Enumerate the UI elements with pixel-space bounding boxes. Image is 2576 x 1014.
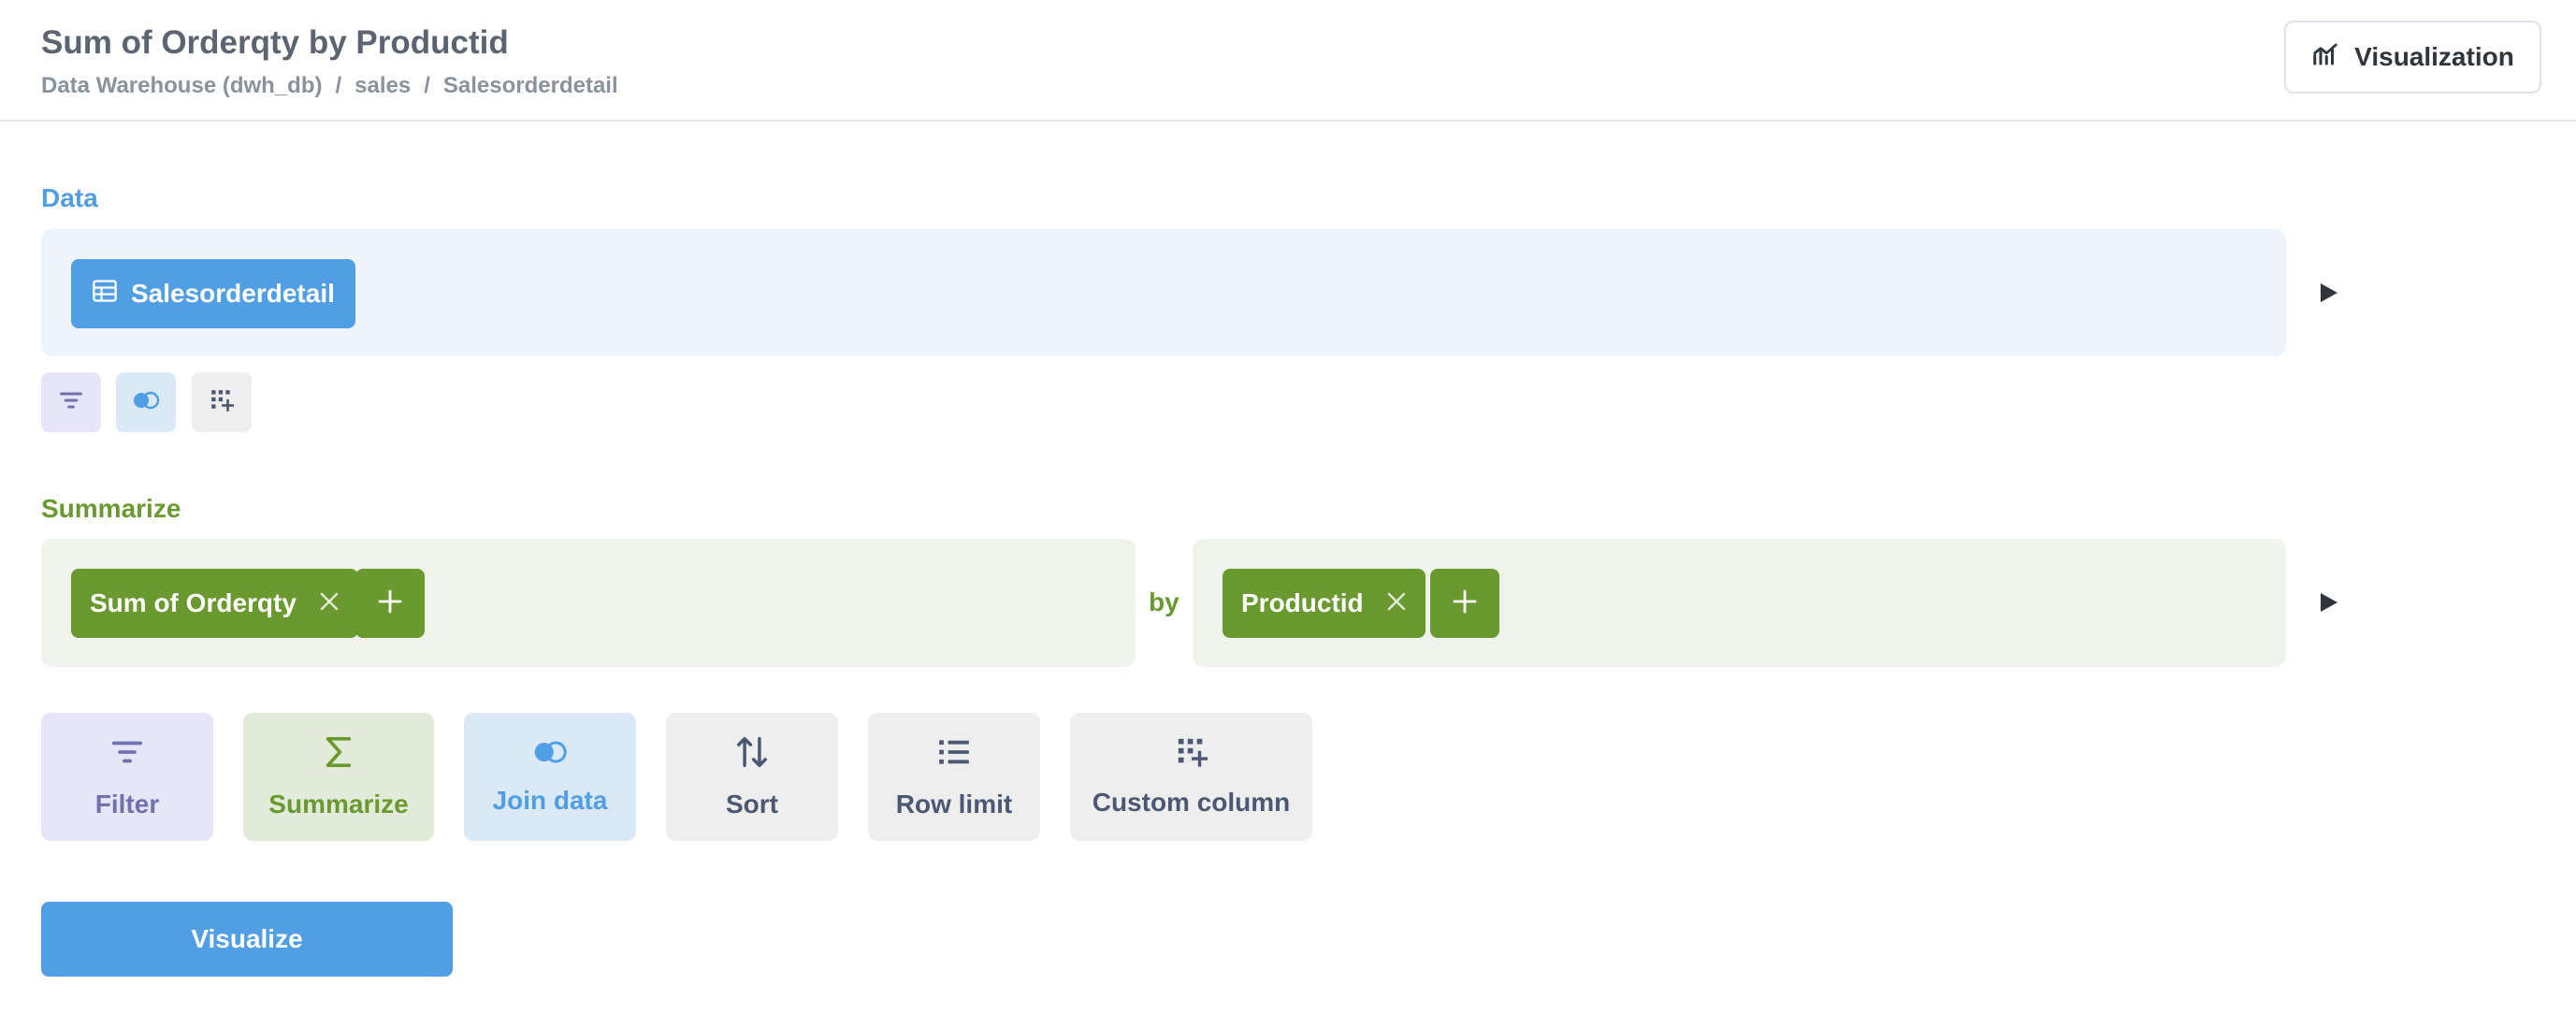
sigma-icon [323,734,355,776]
list-icon [936,734,972,776]
sort-action-label: Sort [726,789,778,818]
join-data-action-button[interactable]: Join data [464,713,636,841]
breadcrumb-database[interactable]: Data Warehouse (dwh_db) [41,73,322,99]
breakout-label: Productid [1241,588,1364,617]
close-icon[interactable] [319,588,340,618]
summarize-breakout-box: Productid [1193,539,2286,667]
line-chart-icon [2311,40,2339,75]
row-limit-action-button[interactable]: Row limit [868,713,1040,841]
summarize-section-label: Summarize [41,494,181,523]
add-breakout-button[interactable] [1430,569,1499,638]
custom-column-mini-button[interactable] [192,372,252,432]
preview-data-play-icon[interactable] [2310,274,2348,311]
breadcrumb-separator: / [335,73,342,98]
plus-icon [1453,589,1477,618]
plus-icon [378,589,402,618]
row-limit-action-label: Row limit [895,789,1013,818]
add-filter-mini-button[interactable] [41,372,101,432]
summarize-action-button[interactable]: Summarize [243,713,434,841]
breadcrumb-separator: / [424,73,430,98]
filter-icon [109,734,145,776]
preview-summarize-play-icon[interactable] [2310,584,2348,621]
table-name: Salesorderdetail [131,279,335,308]
data-section-label: Data [41,183,98,212]
table-picker-button[interactable]: Salesorderdetail [71,259,355,328]
filter-action-label: Filter [94,789,160,818]
custom-column-icon [210,388,234,417]
data-step: Salesorderdetail [41,229,2286,356]
visualize-button[interactable]: Visualize [41,902,453,977]
visualization-toggle-label: Visualization [2354,42,2514,71]
query-header: Sum of Orderqty by Productid Data Wareho… [0,0,2576,122]
breadcrumb-schema[interactable]: sales [355,73,411,99]
breadcrumb: Data Warehouse (dwh_db) / sales / Saleso… [41,73,618,99]
visualization-toggle-button[interactable]: Visualization [2284,21,2541,94]
by-label: by [1149,587,1179,616]
custom-column-action-button[interactable]: Custom column [1070,713,1312,841]
filter-icon [58,387,84,418]
close-icon[interactable] [1386,588,1407,618]
add-metric-button[interactable] [355,569,425,638]
join-data-action-label: Join data [492,786,608,815]
custom-column-action-label: Custom column [1092,788,1291,817]
join-data-mini-button[interactable] [116,372,176,432]
sort-action-button[interactable]: Sort [666,713,838,841]
join-icon [530,738,570,773]
breakout-pill[interactable]: Productid [1223,569,1425,638]
metric-pill[interactable]: Sum of Orderqty [71,569,358,638]
page-title: Sum of Orderqty by Productid [41,24,509,61]
custom-column-icon [1176,736,1208,775]
metric-label: Sum of Orderqty [90,588,297,617]
filter-action-button[interactable]: Filter [41,713,213,841]
join-icon [132,389,160,416]
breadcrumb-table[interactable]: Salesorderdetail [443,73,618,99]
summarize-metrics-box: Sum of Orderqty [41,539,1136,667]
table-icon [92,278,118,311]
summarize-action-label: Summarize [268,789,409,818]
sort-icon [734,734,770,776]
